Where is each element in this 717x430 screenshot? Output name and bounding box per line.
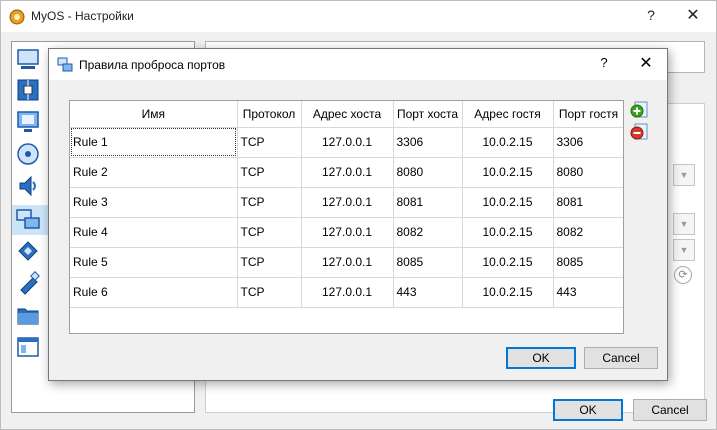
cell-guest-port[interactable]: 443	[553, 277, 623, 308]
column-header-guest-port[interactable]: Порт гостя	[553, 101, 623, 128]
cell-name[interactable]: Rule 3	[70, 187, 238, 218]
cell-host-port[interactable]: 443	[393, 277, 463, 308]
cell-host-ip[interactable]: 127.0.0.1	[301, 217, 394, 248]
table-row[interactable]: Rule 4 TCP 127.0.0.1 8082 10.0.2.15 8082	[70, 217, 623, 248]
cell-host-ip[interactable]: 127.0.0.1	[301, 247, 394, 278]
audio-icon[interactable]	[15, 173, 41, 199]
cell-guest-ip[interactable]: 10.0.2.15	[462, 157, 554, 188]
table-row[interactable]: Rule 2 TCP 127.0.0.1 8080 10.0.2.15 8080	[70, 157, 623, 188]
cell-host-port[interactable]: 8085	[393, 247, 463, 278]
cell-name[interactable]: Rule 1	[70, 127, 238, 158]
cell-guest-ip[interactable]: 10.0.2.15	[462, 187, 554, 218]
cell-guest-ip[interactable]: 10.0.2.15	[462, 127, 554, 158]
serial-ports-icon[interactable]	[15, 238, 41, 264]
cell-guest-port[interactable]: 8081	[553, 187, 623, 218]
chevron-down-icon[interactable]: ▼	[673, 213, 695, 235]
help-button[interactable]: ?	[641, 7, 661, 27]
cell-protocol[interactable]: TCP	[237, 127, 302, 158]
user-interface-icon[interactable]	[15, 334, 41, 360]
cell-guest-ip[interactable]: 10.0.2.15	[462, 217, 554, 248]
cell-host-ip[interactable]: 127.0.0.1	[301, 157, 394, 188]
settings-cancel-button[interactable]: Cancel	[633, 399, 707, 421]
general-icon[interactable]	[15, 47, 41, 73]
table-row[interactable]: Rule 6 TCP 127.0.0.1 443 10.0.2.15 443	[70, 277, 623, 308]
table-row[interactable]: Rule 1 TCP 127.0.0.1 3306 10.0.2.15 3306	[70, 127, 623, 158]
dialog-ok-button[interactable]: OK	[506, 347, 576, 369]
cell-guest-ip[interactable]: 10.0.2.15	[462, 277, 554, 308]
close-button[interactable]: ✕	[683, 5, 703, 27]
display-icon[interactable]	[15, 109, 41, 135]
cell-guest-port[interactable]: 3306	[553, 127, 623, 158]
cell-name[interactable]: Rule 5	[70, 247, 238, 278]
cell-guest-port[interactable]: 8080	[553, 157, 623, 188]
cell-protocol[interactable]: TCP	[237, 217, 302, 248]
cell-protocol[interactable]: TCP	[237, 247, 302, 278]
cell-protocol[interactable]: TCP	[237, 277, 302, 308]
dialog-close-button[interactable]: ✕	[638, 53, 654, 73]
dialog-titlebar: Правила проброса портов ? ✕	[49, 49, 667, 80]
column-header-guest-ip[interactable]: Адрес гостя	[462, 101, 554, 128]
column-header-name[interactable]: Имя	[70, 101, 238, 128]
cell-host-ip[interactable]: 127.0.0.1	[301, 127, 394, 158]
dialog-title: Правила проброса портов	[79, 58, 226, 72]
column-header-protocol[interactable]: Протокол	[237, 101, 302, 128]
chevron-down-icon[interactable]: ▼	[673, 164, 695, 186]
port-forwarding-dialog: Правила проброса портов ? ✕ Имя Протокол…	[48, 48, 668, 381]
shared-folders-icon[interactable]	[15, 302, 41, 328]
column-header-host-port[interactable]: Порт хоста	[393, 101, 463, 128]
settings-ok-button[interactable]: OK	[553, 399, 623, 421]
cell-name[interactable]: Rule 4	[70, 217, 238, 248]
cell-guest-port[interactable]: 8085	[553, 247, 623, 278]
table-row[interactable]: Rule 3 TCP 127.0.0.1 8081 10.0.2.15 8081	[70, 187, 623, 218]
dialog-cancel-button[interactable]: Cancel	[584, 347, 658, 369]
cell-protocol[interactable]: TCP	[237, 157, 302, 188]
cell-name[interactable]: Rule 2	[70, 157, 238, 188]
add-rule-icon[interactable]	[630, 101, 650, 119]
cell-host-port[interactable]: 8081	[393, 187, 463, 218]
dialog-help-button[interactable]: ?	[596, 55, 612, 70]
cell-host-port[interactable]: 8080	[393, 157, 463, 188]
cell-protocol[interactable]: TCP	[237, 187, 302, 218]
network-icon	[57, 57, 73, 73]
column-header-host-ip[interactable]: Адрес хоста	[301, 101, 394, 128]
settings-titlebar: MyOS - Настройки ? ✕	[1, 1, 716, 32]
cell-host-port[interactable]: 8082	[393, 217, 463, 248]
usb-icon[interactable]	[15, 270, 41, 296]
window-title: MyOS - Настройки	[31, 9, 134, 23]
cell-host-port[interactable]: 3306	[393, 127, 463, 158]
table-header: Имя Протокол Адрес хоста Порт хоста Адре…	[70, 101, 623, 128]
rules-table: Имя Протокол Адрес хоста Порт хоста Адре…	[69, 100, 624, 334]
cell-host-ip[interactable]: 127.0.0.1	[301, 277, 394, 308]
system-icon[interactable]	[15, 77, 41, 103]
storage-icon[interactable]	[15, 141, 41, 167]
table-row[interactable]: Rule 5 TCP 127.0.0.1 8085 10.0.2.15 8085	[70, 247, 623, 278]
remove-rule-icon[interactable]	[630, 123, 650, 141]
refresh-icon[interactable]: ⟳	[674, 266, 692, 284]
cell-name[interactable]: Rule 6	[70, 277, 238, 308]
chevron-down-icon[interactable]: ▼	[673, 239, 695, 261]
app-icon	[9, 9, 25, 25]
cell-guest-port[interactable]: 8082	[553, 217, 623, 248]
cell-guest-ip[interactable]: 10.0.2.15	[462, 247, 554, 278]
cell-host-ip[interactable]: 127.0.0.1	[301, 187, 394, 218]
